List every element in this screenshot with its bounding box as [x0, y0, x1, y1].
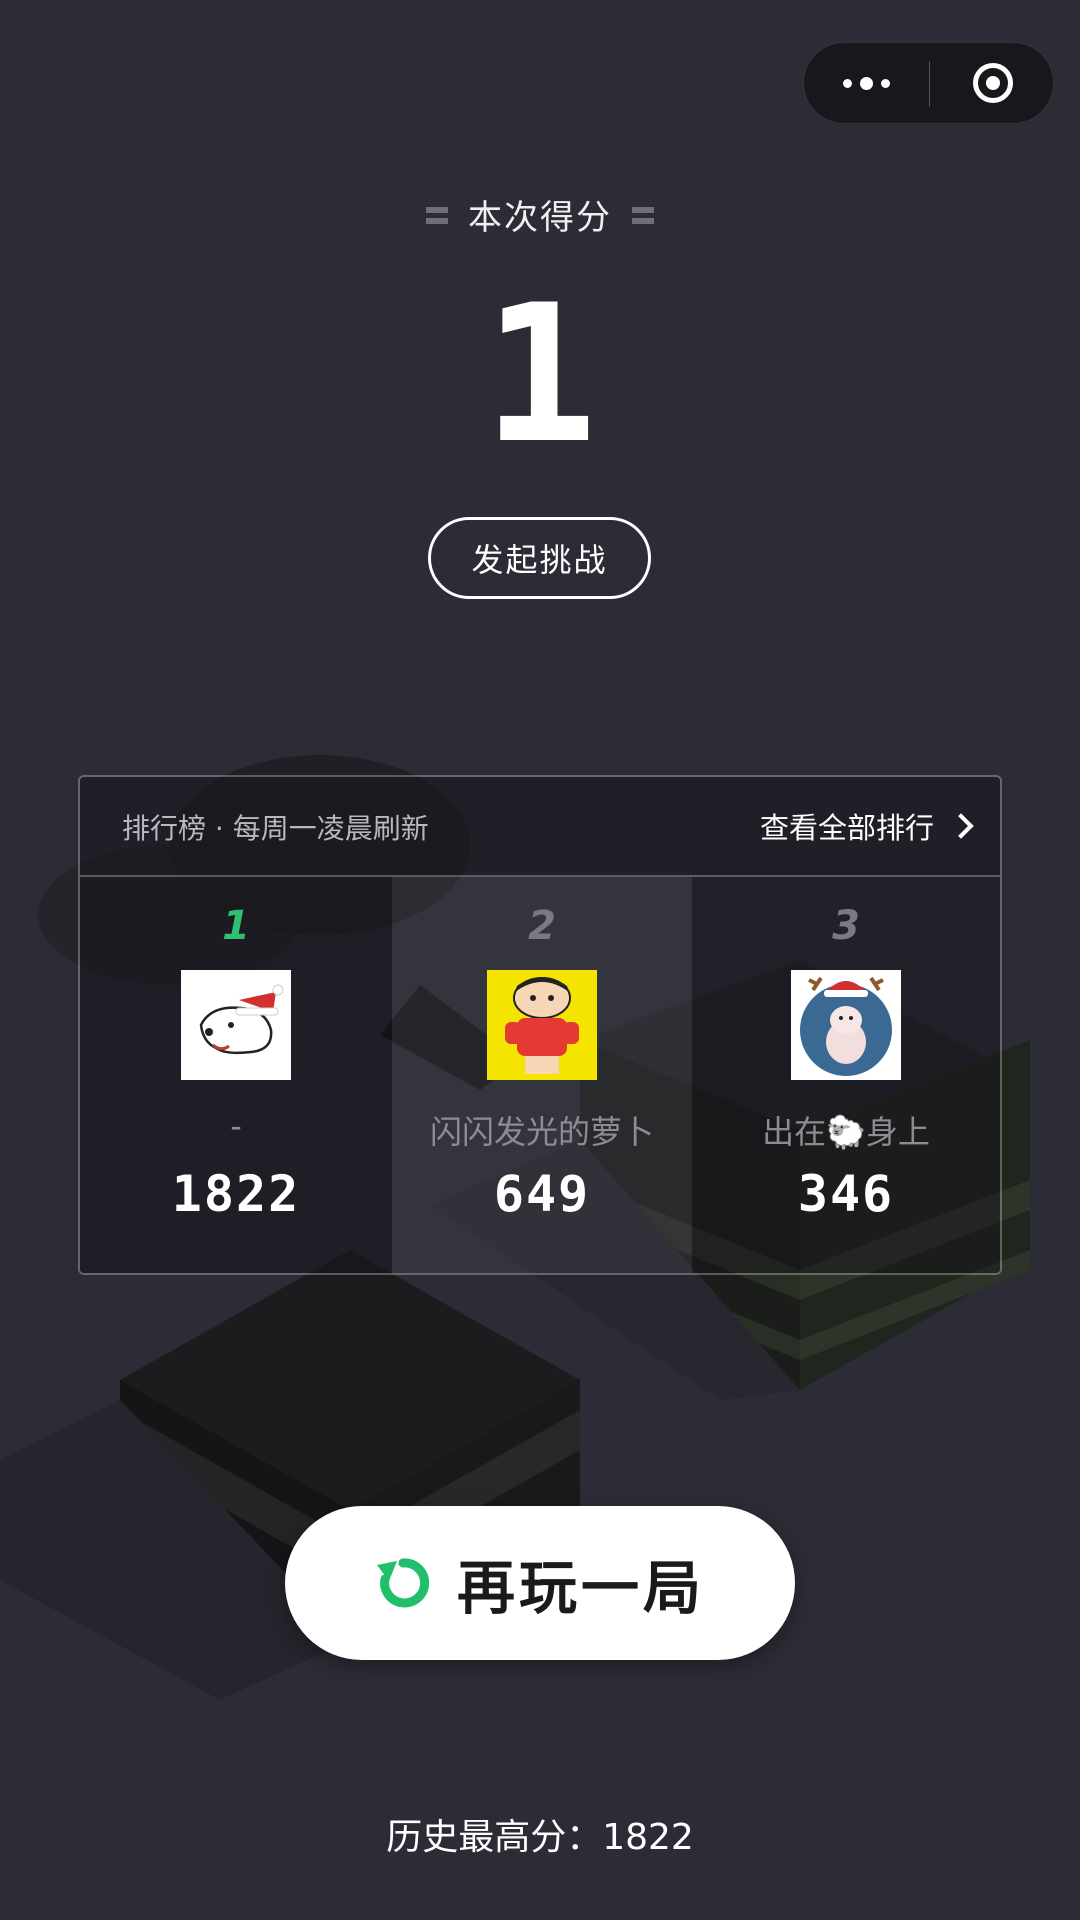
target-circle-icon: [972, 63, 1013, 103]
equals-decoration-left: [426, 204, 448, 226]
score-label: 本次得分: [468, 198, 612, 238]
best-score: 历史最高分：1822: [386, 1817, 694, 1858]
close-button[interactable]: [930, 43, 1055, 123]
leaderboard-entry[interactable]: 3 出在🐑身上 346: [692, 877, 1000, 1273]
player-score: 1822: [171, 1165, 301, 1223]
chevron-right-icon: [948, 813, 974, 839]
score-label-row: 本次得分: [0, 190, 1080, 239]
rank-number: 3: [832, 903, 860, 949]
player-name: 出在🐑身上: [762, 1113, 930, 1151]
leaderboard-header: 排行榜 · 每周一凌晨刷新 查看全部排行: [80, 777, 1000, 877]
leaderboard-title: 排行榜 · 每周一凌晨刷新: [122, 812, 429, 845]
refresh-icon: [376, 1558, 430, 1608]
rank-number: 1: [222, 903, 250, 949]
challenge-button[interactable]: 发起挑战: [428, 517, 651, 599]
replay-label: 再玩一局: [456, 1554, 705, 1622]
view-all-rankings-link[interactable]: 查看全部排行: [759, 805, 974, 847]
player-score: 649: [493, 1165, 591, 1223]
avatar: [791, 970, 901, 1080]
leaderboard-entry[interactable]: 2 闪闪发光的萝卜 649: [392, 877, 692, 1273]
player-score: 346: [797, 1165, 895, 1223]
current-score: 1: [482, 264, 598, 485]
replay-button[interactable]: 再玩一局: [285, 1506, 795, 1660]
leaderboard-entry[interactable]: 1 - 1822: [80, 877, 392, 1273]
avatar: [487, 970, 597, 1080]
player-name: -: [230, 1107, 242, 1145]
more-button[interactable]: [804, 43, 929, 123]
player-name: 闪闪发光的萝卜: [429, 1113, 654, 1151]
equals-decoration-right: [632, 204, 654, 226]
avatar: [181, 970, 291, 1080]
leaderboard: 排行榜 · 每周一凌晨刷新 查看全部排行 1 - 1822 2 闪闪发光的萝卜 …: [78, 775, 1002, 1275]
game-over-screen: 本次得分 1 发起挑战 排行榜 · 每周一凌晨刷新 查看全部排行 1 - 182…: [0, 0, 1080, 1920]
view-all-label: 查看全部排行: [759, 811, 934, 845]
more-dots-icon: [839, 76, 894, 90]
mini-program-capsule: [803, 42, 1054, 124]
rank-number: 2: [528, 903, 556, 949]
